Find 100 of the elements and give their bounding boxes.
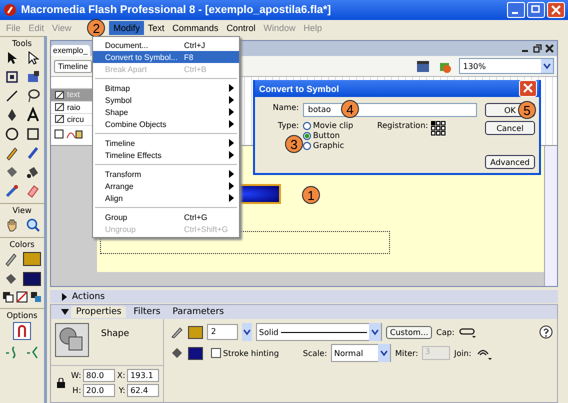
field-label: Y:	[118, 386, 126, 395]
lock-icon[interactable]	[57, 378, 65, 388]
restore-icon[interactable]	[533, 44, 542, 53]
field-label: Type:	[276, 121, 299, 130]
menu-item[interactable]: Text	[144, 21, 168, 35]
fill-color-swatch[interactable]	[23, 272, 41, 286]
radio-label: Graphic	[313, 141, 344, 150]
layer-icon	[55, 102, 65, 112]
help-icon[interactable]	[539, 325, 553, 339]
layer-icon	[55, 114, 65, 124]
cap-icon[interactable]	[458, 326, 477, 338]
eyedropper-icon[interactable]	[4, 183, 20, 199]
menu-item[interactable]: Commands	[168, 21, 222, 35]
stroke-width-field[interactable]: 2	[207, 324, 238, 340]
panel-tab[interactable]: Parameters	[167, 306, 229, 318]
line-icon[interactable]	[4, 88, 20, 104]
menu-item[interactable]: Group Ctrl+G	[93, 211, 239, 223]
app-icon	[3, 3, 17, 17]
rectangle-icon[interactable]	[24, 126, 40, 142]
collapse-arrow-icon	[61, 308, 69, 316]
swatches-icon[interactable]	[2, 291, 14, 303]
transform-icon[interactable]	[4, 69, 20, 85]
checkbox[interactable]	[211, 348, 221, 358]
callout-number: 2	[87, 19, 106, 37]
panel-tab[interactable]: Filters	[128, 306, 166, 318]
field-label: Registration:	[377, 121, 428, 130]
field-label: Miter:	[395, 348, 418, 358]
text-tool-icon[interactable]	[24, 107, 40, 123]
radio-label: Movie clip	[313, 121, 354, 130]
zoom-dropdown[interactable]: 130%	[459, 58, 554, 74]
callout-number: 3	[285, 135, 303, 153]
close-button[interactable]	[519, 80, 537, 97]
field-label: Name:	[272, 103, 299, 112]
custom-button[interactable]: Custom...	[386, 326, 432, 338]
menu-item[interactable]: Modify	[109, 21, 144, 35]
field-label: Cap:	[436, 328, 455, 336]
field-label: W:	[71, 371, 82, 380]
stroke-style-dropdown[interactable]: Solid	[256, 323, 382, 341]
field-label: Join:	[454, 348, 472, 358]
scroll-bar[interactable]	[544, 146, 557, 286]
input-field[interactable]: 20.0	[83, 384, 116, 397]
timeline-button[interactable]: Timeline	[54, 60, 92, 72]
menu-item[interactable]: Align	[93, 192, 239, 204]
shape-icon	[55, 323, 89, 357]
menu-item[interactable]: Transform	[93, 168, 239, 180]
input-field[interactable]: 80.0	[83, 369, 116, 382]
actions-panel-bar[interactable]: Actions	[50, 290, 558, 303]
document-tab[interactable]: exemplo_	[51, 45, 90, 56]
checkbox-label: Stroke hinting	[223, 348, 279, 358]
radio-button[interactable]	[303, 142, 311, 150]
callout-number: 1	[302, 186, 320, 204]
menu-item[interactable]: Arrange	[93, 180, 239, 192]
zoom-icon[interactable]	[24, 217, 40, 233]
oval-icon[interactable]	[4, 126, 20, 142]
radio-button[interactable]	[303, 132, 311, 140]
stroke-color-swatch[interactable]	[188, 326, 203, 338]
menu-item[interactable]: Control	[222, 21, 260, 35]
field-label: H:	[71, 386, 82, 395]
dialog-button[interactable]: Cancel	[485, 121, 535, 135]
miter-field: 3	[422, 346, 450, 360]
callout-number: 5	[518, 101, 536, 119]
dialog-button[interactable]: OK 5	[485, 103, 535, 117]
eraser-icon[interactable]	[24, 183, 40, 199]
pencil-icon	[170, 325, 184, 339]
pencil-icon	[3, 251, 19, 267]
input-field[interactable]: 193.1	[127, 369, 160, 382]
add-layer-icon[interactable]	[53, 128, 83, 140]
stroke-color-swatch[interactable]	[23, 252, 41, 266]
fill-color-swatch[interactable]	[188, 346, 203, 360]
no-color-icon[interactable]	[16, 291, 28, 303]
dialog-button[interactable]: Advanced	[485, 155, 535, 169]
field-label: Scale:	[302, 348, 328, 358]
close-icon[interactable]	[545, 44, 554, 53]
panel-title: View	[0, 203, 44, 217]
restore-button[interactable]	[527, 2, 545, 18]
menu-item[interactable]: Document... Ctrl+J	[93, 39, 239, 51]
minimize-button[interactable]	[507, 2, 525, 18]
menu-item[interactable]: Timeline Effects	[93, 149, 239, 161]
magnet-icon[interactable]	[13, 322, 31, 340]
close-button[interactable]	[547, 2, 565, 18]
menu-item[interactable]: Convert to Symbol... F8	[93, 51, 239, 63]
radio-label: Button	[313, 131, 340, 140]
registration-grid-icon[interactable]	[431, 121, 446, 136]
panel-tab[interactable]: Properties	[71, 306, 126, 318]
panel-title: Tools	[0, 36, 44, 50]
expand-arrow-icon	[60, 292, 68, 300]
input-field[interactable]: 62.4	[127, 384, 160, 397]
shape-label: Shape	[101, 328, 130, 341]
straighten-icon[interactable]	[24, 344, 40, 360]
layer-icon	[55, 90, 65, 100]
panel-title: Actions	[72, 292, 105, 302]
pencil-icon[interactable]	[4, 145, 20, 161]
radio-button[interactable]	[303, 122, 311, 130]
dialog-title: Convert to Symbol	[259, 84, 340, 94]
swap-colors-icon[interactable]	[30, 291, 42, 303]
menu-item[interactable]: Timeline	[93, 137, 239, 149]
field-label: X:	[117, 371, 126, 380]
panel-title: Colors	[0, 237, 44, 251]
scale-dropdown[interactable]: Normal	[331, 344, 392, 362]
callout-number: 4	[341, 100, 359, 118]
